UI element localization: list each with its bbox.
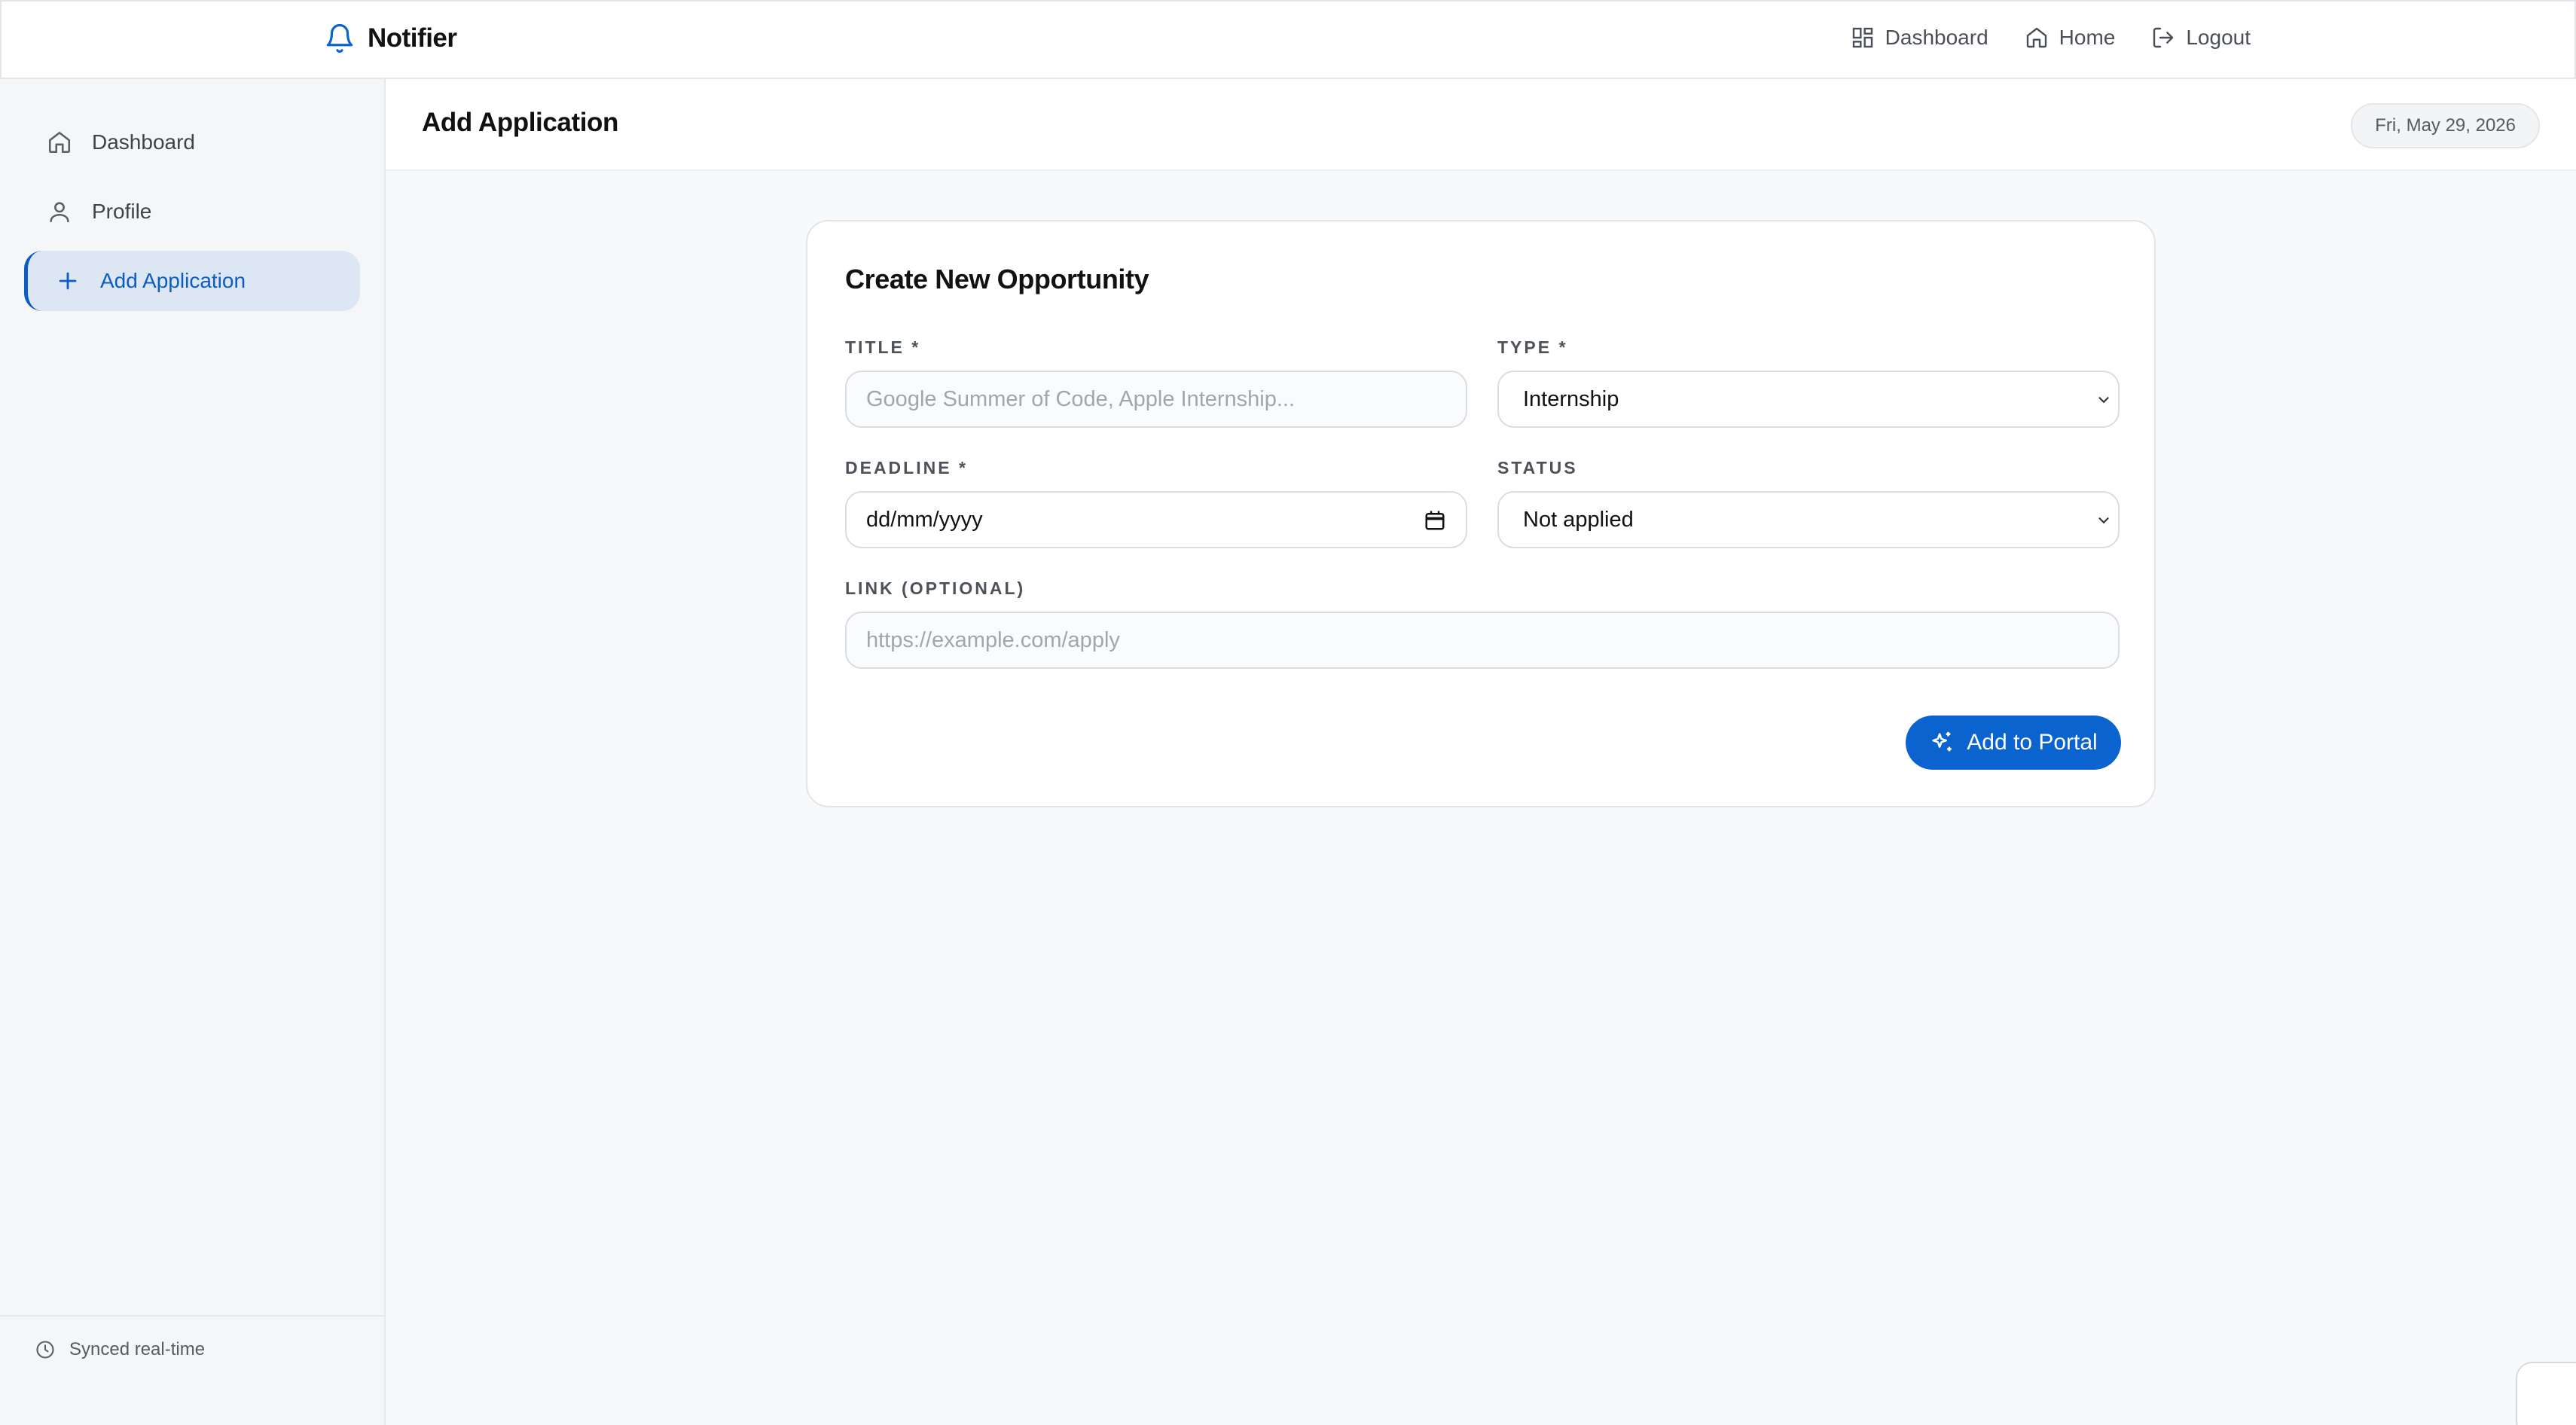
date-badge: Fri, May 29, 2026	[2351, 103, 2540, 148]
page-header: Add Application Fri, May 29, 2026	[386, 79, 2576, 171]
type-label: TYPE *	[1497, 337, 1568, 357]
nav-home-label: Home	[2059, 26, 2116, 49]
top-nav: Dashboard Home Logout	[1851, 21, 2251, 54]
floating-widget[interactable]	[2516, 1362, 2576, 1425]
sidebar-item-label: Profile	[92, 200, 152, 223]
create-opportunity-card: Create New Opportunity TITLE * Google Su…	[806, 220, 2156, 807]
home-icon	[48, 131, 71, 154]
status-select-value: Not applied	[1523, 507, 1634, 532]
nav-dashboard-link[interactable]: Dashboard	[1851, 26, 1988, 50]
chevron-down-icon	[2098, 397, 2109, 404]
sidebar-item-dashboard[interactable]: Dashboard	[24, 112, 360, 172]
user-icon	[50, 202, 69, 223]
logout-icon	[2153, 27, 2174, 48]
add-to-portal-button[interactable]: Add to Portal	[1906, 716, 2121, 770]
deadline-label: DEADLINE *	[845, 458, 968, 478]
grid-icon	[1852, 27, 1872, 48]
sparkles-icon	[1932, 731, 1952, 752]
top-bar: Notifier Dashboard Home Logout	[0, 0, 2576, 79]
type-select-value: Internship	[1523, 386, 1619, 411]
title-input[interactable]: Google Summer of Code, Apple Internship.…	[845, 371, 1467, 428]
app-name: Notifier	[368, 23, 457, 53]
nav-dashboard-label: Dashboard	[1885, 26, 1988, 49]
card-title: Create New Opportunity	[845, 264, 1149, 294]
nav-logout-link[interactable]: Logout	[2151, 26, 2251, 50]
sidebar-footer: Synced real-time	[0, 1315, 384, 1425]
bell-icon	[326, 24, 353, 53]
sync-status-text: Synced real-time	[69, 1339, 206, 1359]
deadline-input-value: dd/mm/yyyy	[866, 507, 983, 532]
status-select[interactable]: Not applied	[1497, 491, 2120, 548]
title-label: TITLE *	[845, 337, 921, 357]
link-input[interactable]: https://example.com/apply	[845, 612, 2120, 669]
deadline-input[interactable]: dd/mm/yyyy	[845, 491, 1467, 548]
nav-home-link[interactable]: Home	[2025, 26, 2116, 50]
sidebar-item-add-application[interactable]: Add Application	[24, 251, 360, 311]
sidebar-item-profile[interactable]: Profile	[24, 182, 360, 242]
add-to-portal-label: Add to Portal	[1967, 730, 2098, 755]
brand[interactable]: Notifier	[324, 20, 457, 57]
home-icon	[2026, 27, 2046, 48]
sync-status: Synced real-time	[35, 1339, 205, 1360]
status-label: STATUS	[1497, 458, 1578, 478]
page-title: Add Application	[422, 108, 619, 137]
clock-icon	[36, 1341, 54, 1359]
nav-logout-label: Logout	[2186, 26, 2251, 49]
plus-icon	[59, 272, 77, 290]
chevron-down-icon	[2098, 517, 2109, 524]
sidebar-item-label: Dashboard	[92, 130, 195, 154]
calendar-icon[interactable]	[1424, 509, 1446, 532]
link-label: LINK (OPTIONAL)	[845, 578, 1026, 598]
sidebar: Dashboard Profile Add Application Synced…	[0, 79, 386, 1425]
sidebar-item-label: Add Application	[100, 269, 246, 292]
type-select[interactable]: Internship	[1497, 371, 2120, 428]
